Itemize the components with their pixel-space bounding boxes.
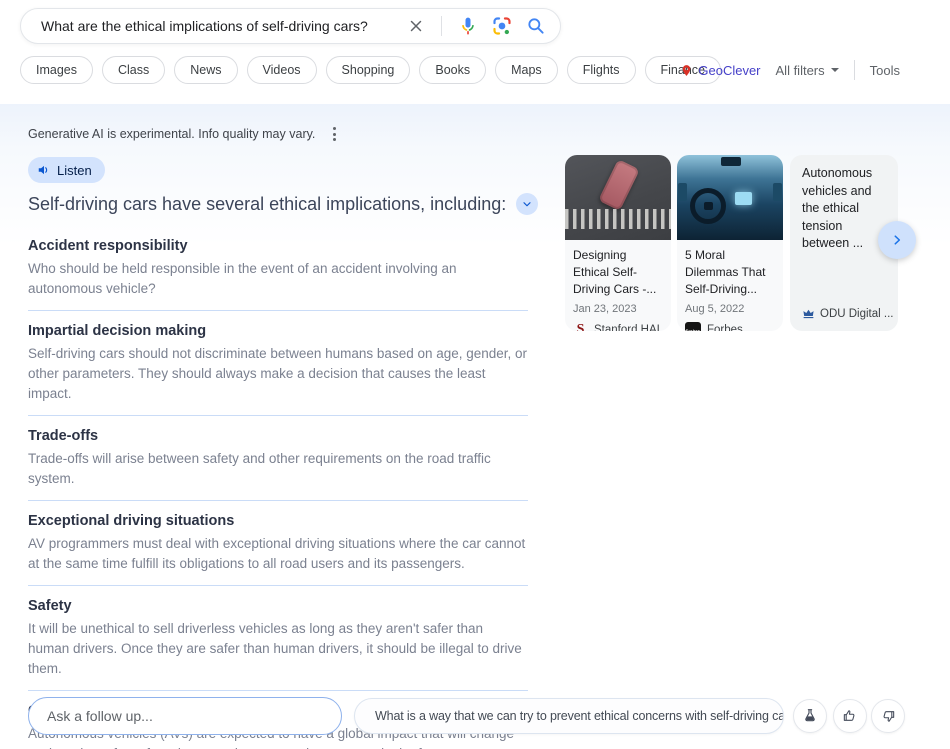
card-date: Jan 23, 2023 [573,303,663,315]
tab-books[interactable]: Books [419,56,486,84]
section-divider [28,690,528,691]
collapse-answer-button[interactable] [516,193,538,215]
more-options-icon[interactable] [331,125,338,143]
section-body: Trade-offs will arise between safety and… [28,449,528,489]
search-input[interactable]: What are the ethical implications of sel… [41,18,407,34]
searchbar-divider [441,16,442,36]
section-title: Trade-offs [28,428,528,445]
section-divider [28,310,528,311]
section-divider [28,415,528,416]
tab-flights[interactable]: Flights [567,56,636,84]
section-title: Safety [28,598,528,615]
source-card-stanford[interactable]: Designing Ethical Self-Driving Cars -...… [565,155,671,331]
search-bar[interactable]: What are the ethical implications of sel… [20,8,561,44]
speaker-icon [37,163,51,177]
google-sge-results-page: What are the ethical implications of sel… [0,0,950,749]
location-pin-icon [680,64,693,77]
chevron-right-icon [890,233,904,247]
source-card-forbes[interactable]: 5 Moral Dilemmas That Self-Driving... Au… [677,155,783,331]
answer-section: Safety It will be unethical to sell driv… [28,598,528,691]
suggestion-text: What is a way that we can try to prevent… [375,709,784,723]
geoclever-link[interactable]: GeoClever [680,63,760,78]
stanford-logo-icon: S [573,322,588,331]
answer-section: Trade-offs Trade-offs will arise between… [28,428,528,501]
forbes-logo-icon: Forbes [685,322,701,331]
card-thumbnail [677,155,783,240]
tab-images[interactable]: Images [20,56,93,84]
search-icon[interactable] [526,16,546,36]
section-body: Self-driving cars should not discriminat… [28,344,528,404]
listen-button[interactable]: Listen [28,157,105,183]
card-date: Aug 5, 2022 [685,303,775,315]
follow-up-input[interactable] [28,697,342,735]
geoclever-label: GeoClever [698,63,760,78]
all-filters-dropdown[interactable]: All filters [776,63,839,78]
section-divider [28,585,528,586]
card-title: Designing Ethical Self-Driving Cars -... [573,247,663,298]
tab-class[interactable]: Class [102,56,165,84]
search-filter-tabs: Images Class News Videos Shopping Books … [20,56,721,84]
ai-answer-sections: Accident responsibility Who should be he… [28,238,528,749]
section-body: Who should be held responsible in the ev… [28,259,528,299]
section-divider [28,500,528,501]
card-source: ODU Digital ... [820,308,894,320]
section-body: It will be unethical to sell driverless … [28,619,528,679]
card-thumbnail [565,155,671,240]
flask-icon [802,708,818,724]
card-source: Forbes [707,324,743,331]
card-source: Stanford HAI [594,324,660,332]
card-title: Autonomous vehicles and the ethical tens… [802,165,886,253]
tab-news[interactable]: News [174,56,237,84]
tab-maps[interactable]: Maps [495,56,558,84]
chevron-down-icon [831,68,839,72]
voice-search-icon[interactable] [458,16,478,36]
tools-button[interactable]: Tools [870,63,900,78]
chevron-down-icon [521,198,533,210]
suggested-follow-up-chip[interactable]: What is a way that we can try to prevent… [354,698,784,734]
section-title: Exceptional driving situations [28,513,528,530]
section-title: Accident responsibility [28,238,528,255]
thumbs-up-button[interactable] [833,699,867,733]
generative-ai-panel: Generative AI is experimental. Info qual… [0,104,950,749]
section-title: Impartial decision making [28,323,528,340]
odu-crown-icon [802,307,815,320]
thumbs-down-icon [880,708,896,724]
ai-answer-heading: Self-driving cars have several ethical i… [28,194,506,215]
next-cards-button[interactable] [878,221,916,259]
tab-shopping[interactable]: Shopping [326,56,411,84]
tab-videos[interactable]: Videos [247,56,317,84]
toolbar-divider [854,60,855,80]
thumbs-down-button[interactable] [871,699,905,733]
answer-section: Accident responsibility Who should be he… [28,238,528,311]
answer-section: Exceptional driving situations AV progra… [28,513,528,586]
thumbs-up-icon [842,708,858,724]
section-body: AV programmers must deal with exceptiona… [28,534,528,574]
clear-icon[interactable] [407,17,425,35]
ai-disclaimer-text: Generative AI is experimental. Info qual… [28,127,315,141]
card-title: 5 Moral Dilemmas That Self-Driving... [685,247,775,298]
experiment-feedback-button[interactable] [793,699,827,733]
lens-icon[interactable] [492,16,512,36]
answer-section: Impartial decision making Self-driving c… [28,323,528,416]
